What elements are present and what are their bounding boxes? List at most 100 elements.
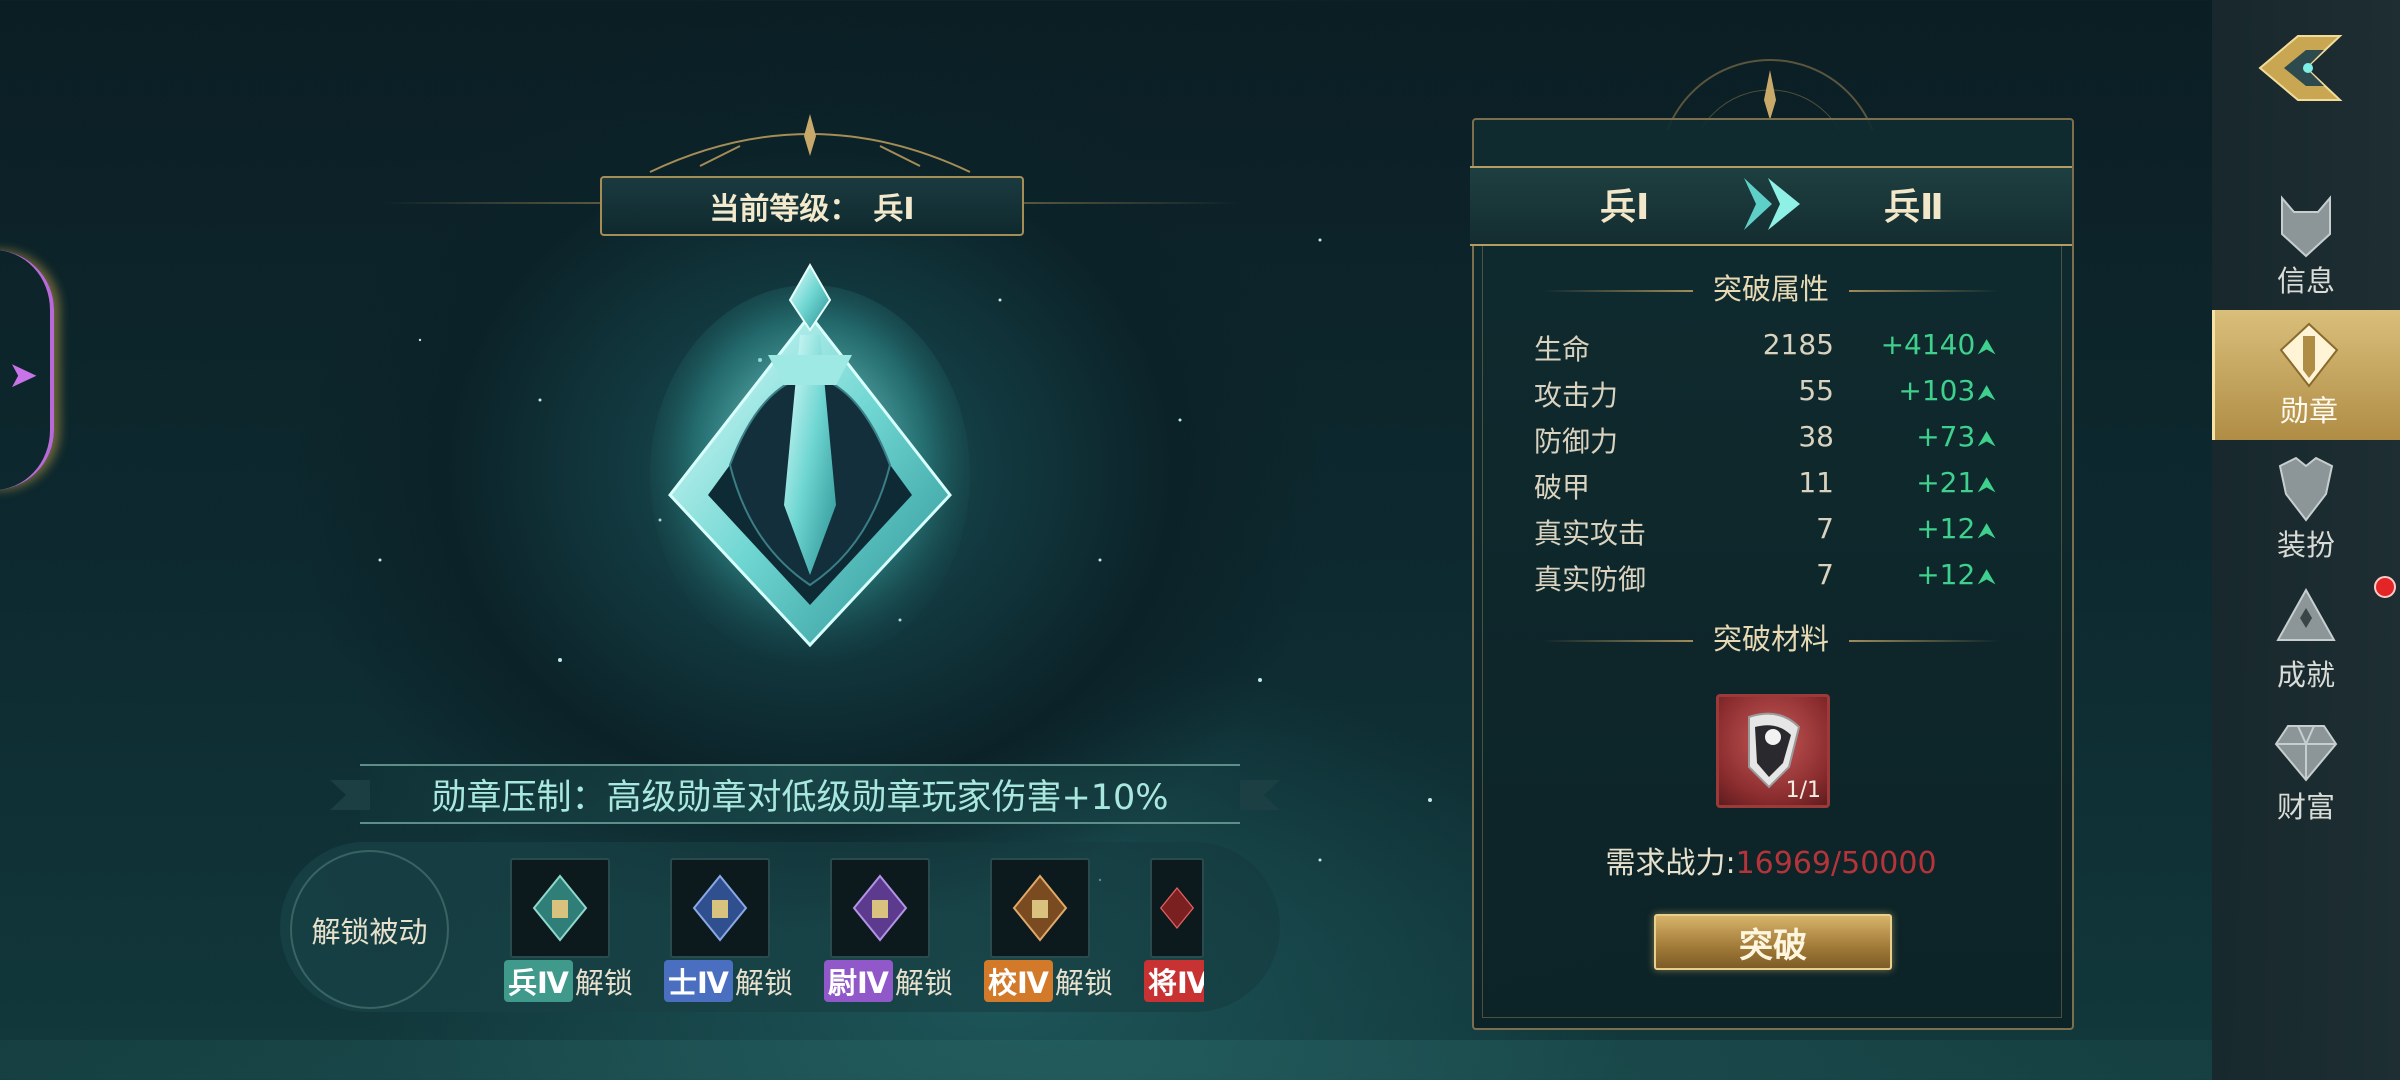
attr-value: 7 (1816, 558, 1834, 591)
medal-icon (1159, 887, 1195, 929)
current-level-plaque: 当前等级： 兵Ⅰ (600, 176, 1024, 236)
unlock-text: 解锁 (1054, 966, 1113, 1000)
material-section-title: 突破材料 (1482, 616, 2060, 658)
attr-name: 攻击力 (1534, 379, 1619, 412)
attr-row: 真实攻击 7 +12⮝ (1534, 512, 2004, 552)
rank-from: 兵Ⅰ (1600, 187, 1650, 228)
banner-tail-right (1240, 780, 1280, 810)
attr-increase: +12⮝ (1844, 512, 1996, 545)
power-label: 需求战力: (1605, 846, 1736, 881)
passive-badge-4[interactable] (990, 858, 1090, 958)
breakthrough-button-label: 突破 (1739, 925, 1807, 966)
attr-value: 2185 (1762, 328, 1834, 361)
rank-chip: 校Ⅳ (984, 960, 1053, 1002)
current-level-rank: 兵Ⅰ (873, 192, 915, 227)
attr-increase: +103⮝ (1844, 374, 1996, 407)
breakthrough-material-item[interactable]: 1/1 (1716, 694, 1830, 808)
passive-badge-1[interactable] (510, 858, 610, 958)
unlock-text: 解锁 (574, 966, 633, 1000)
diamond-icon (2274, 725, 2338, 782)
sidebar-item-info[interactable]: 信息 (2212, 180, 2400, 310)
suppression-text: 勋章压制：高级勋章对低级勋章玩家伤害+10% (431, 777, 1169, 818)
attr-increase: +4140⮝ (1844, 328, 1996, 361)
attr-row: 攻击力 55 +103⮝ (1534, 374, 2004, 414)
attr-increase: +73⮝ (1844, 420, 1996, 453)
attr-increase-value: +73 (1916, 420, 1976, 453)
medal-emblem-image (650, 262, 970, 665)
attr-row: 破甲 11 +21⮝ (1534, 466, 2004, 506)
rank-chip: 兵Ⅳ (504, 960, 573, 1002)
passive-badge-2-label: 士Ⅳ 解锁 (664, 960, 793, 1002)
rank-to: 兵Ⅱ (1884, 187, 1944, 228)
attr-value: 38 (1798, 420, 1834, 453)
sidebar-item-medal[interactable]: 勋章 (2212, 310, 2400, 440)
armor-icon (2278, 456, 2334, 522)
medal-icon (2279, 322, 2339, 388)
sidebar-item-label: 财富 (2276, 790, 2335, 824)
bottom-tip-strip (0, 1040, 2212, 1080)
attr-increase: +12⮝ (1844, 558, 1996, 591)
attr-row: 生命 2185 +4140⮝ (1534, 328, 2004, 368)
attr-section-title: 突破属性 (1482, 266, 2060, 308)
attr-value: 7 (1816, 512, 1834, 545)
double-up-icon: ⮝ (1977, 473, 1996, 498)
passive-badge-3[interactable] (830, 858, 930, 958)
sidebar-item-label: 信息 (2276, 264, 2335, 298)
double-up-icon: ⮝ (1977, 335, 1996, 360)
passive-title-label: 解锁被动 (311, 914, 428, 949)
double-chevron-right-icon (1744, 178, 1800, 230)
sidebar-item-wealth[interactable]: 财富 (2212, 706, 2400, 836)
sidebar-item-label: 装扮 (2276, 528, 2335, 562)
unlock-text: 解锁 (734, 966, 793, 1000)
attr-increase-value: +12 (1916, 512, 1976, 545)
divider (1849, 640, 1999, 642)
attr-increase-value: +12 (1916, 558, 1976, 591)
rank-chip: 将Ⅳ (1144, 960, 1204, 1002)
helmet-icon (2281, 195, 2331, 258)
sidebar-item-label: 成就 (2276, 658, 2335, 692)
attr-name: 真实防御 (1534, 563, 1647, 596)
divider (1849, 290, 1999, 292)
double-up-icon: ⮝ (1977, 381, 1996, 406)
medal-icon (1012, 874, 1068, 942)
attr-name: 生命 (1534, 333, 1591, 366)
double-up-icon: ⮝ (1977, 565, 1996, 590)
crown-ornament (649, 114, 971, 173)
attr-row: 真实防御 7 +12⮝ (1534, 558, 2004, 598)
sidebar-item-achievement[interactable]: 成就 (2212, 574, 2400, 704)
double-up-icon: ⮝ (1977, 519, 1996, 544)
sidebar-item-outfit[interactable]: 装扮 (2212, 444, 2400, 574)
passive-badge-2[interactable] (670, 858, 770, 958)
attr-title-text: 突破属性 (1712, 272, 1829, 306)
attr-value: 55 (1798, 374, 1834, 407)
medal-icon (852, 874, 908, 942)
required-power: 需求战力:16969/50000 (1482, 838, 2060, 882)
back-arrow-icon[interactable] (2250, 28, 2350, 108)
sidebar-item-label: 勋章 (2279, 394, 2338, 428)
attr-increase-value: +103 (1898, 374, 1976, 407)
passive-badge-3-label: 尉Ⅳ 解锁 (824, 960, 953, 1002)
medal-icon (532, 874, 588, 942)
current-level-label: 当前等级： (709, 192, 860, 227)
notification-dot (2374, 576, 2396, 598)
material-title-text: 突破材料 (1712, 622, 1829, 656)
attr-value: 11 (1798, 466, 1834, 499)
medal-suppression-banner: 勋章压制：高级勋章对低级勋章玩家伤害+10% (360, 764, 1240, 824)
medal-icon (692, 874, 748, 942)
attr-increase-value: +21 (1916, 466, 1976, 499)
power-value: 16969/50000 (1735, 846, 1937, 881)
double-up-icon: ⮝ (1977, 427, 1996, 452)
panel-crown-ornament (1666, 59, 1874, 130)
passive-badge-4-label: 校Ⅳ 解锁 (984, 960, 1113, 1002)
attr-increase: +21⮝ (1844, 466, 1996, 499)
attr-name: 真实攻击 (1534, 517, 1647, 550)
passive-unlock-title: 解锁被动 (290, 850, 449, 1009)
chevron-right-icon[interactable]: ➤ (8, 355, 38, 396)
passive-badge-5-label: 将Ⅳ (1144, 960, 1204, 1002)
passive-badge-5[interactable] (1150, 858, 1204, 958)
divider (1542, 640, 1693, 642)
passive-badge-1-label: 兵Ⅳ 解锁 (504, 960, 633, 1002)
breakthrough-button[interactable]: 突破 (1654, 914, 1892, 970)
unlock-text: 解锁 (894, 966, 953, 1000)
trophy-icon (2276, 587, 2336, 641)
